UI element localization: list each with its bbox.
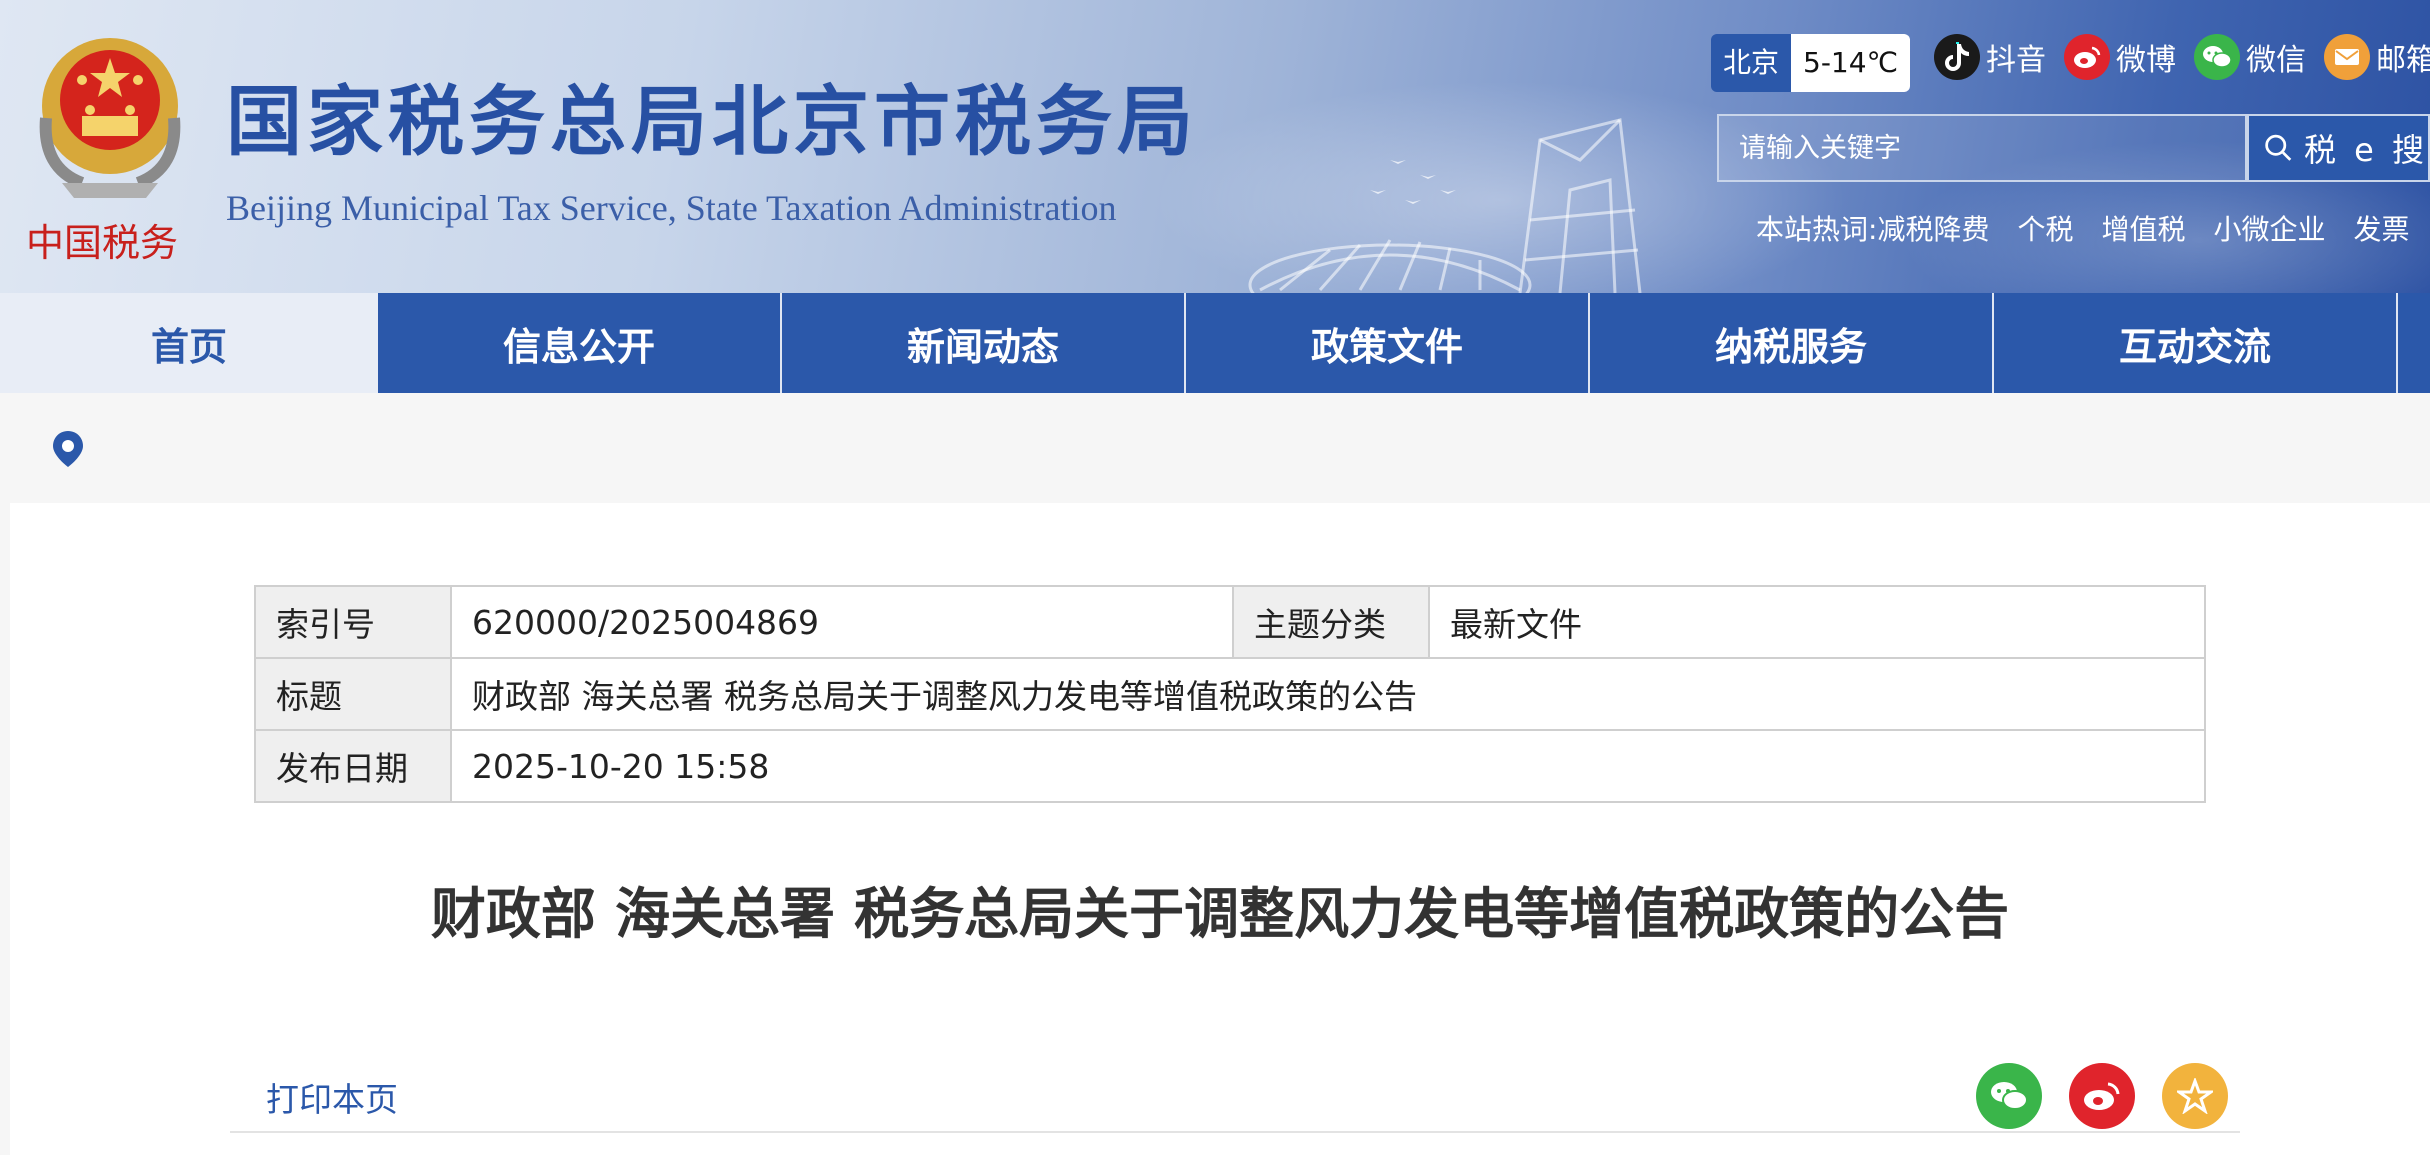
weather-city: 北京: [1711, 34, 1792, 92]
nav-item-policy-documents[interactable]: 政策文件: [1186, 293, 1590, 393]
search-input[interactable]: [1719, 116, 2245, 180]
weibo-icon: [2064, 34, 2110, 80]
breadcrumb: [0, 393, 2430, 503]
title-label: 标题: [254, 657, 452, 731]
print-page-link[interactable]: 打印本页: [266, 1073, 398, 1121]
index-number-value: 620000/2025004869: [450, 585, 1234, 659]
social-link-douyin[interactable]: 抖音: [1934, 34, 2046, 80]
social-links: 抖音 微博 微信 邮箱: [1934, 34, 2430, 80]
social-link-weibo[interactable]: 微博: [2064, 34, 2176, 80]
nav-item-interaction[interactable]: 互动交流: [1994, 293, 2398, 393]
weibo-icon: [2084, 1082, 2120, 1110]
city-skyline-illustration: [1248, 118, 1642, 293]
social-label: 微信: [2246, 43, 2306, 78]
hot-word-link[interactable]: 个税: [2017, 208, 2073, 248]
social-label: 邮箱: [2376, 43, 2430, 78]
hot-words-label: 本站热词:: [1756, 213, 1878, 246]
nav-overflow: [2398, 293, 2424, 393]
hot-words: 本站热词: 减税降费 个税 增值税 小微企业 发票: [1756, 208, 2410, 248]
national-emblem-logo[interactable]: 中国税务: [22, 18, 202, 268]
table-row: 索引号 620000/2025004869 主题分类 最新文件: [254, 585, 2206, 659]
table-row: 标题 财政部 海关总署 税务总局关于调整风力发电等增值税政策的公告: [254, 657, 2206, 731]
topic-category-value: 最新文件: [1428, 585, 2206, 659]
publish-date-value: 2025-10-20 15:58: [450, 729, 2206, 803]
social-label: 抖音: [1986, 43, 2046, 78]
mail-icon: [2324, 34, 2370, 80]
divider: [230, 1131, 2240, 1133]
site-header: 中国税务 国家税务总局北京市税务局 Beijing Municipal Tax …: [0, 0, 2430, 293]
emblem-text: 中国税务: [26, 221, 178, 265]
search-icon: [2265, 134, 2292, 161]
social-label: 微博: [2116, 43, 2176, 78]
title-value: 财政部 海关总署 税务总局关于调整风力发电等增值税政策的公告: [450, 657, 2206, 731]
weather-widget: 北京 5-14℃: [1711, 34, 1911, 92]
search-box: [1717, 114, 2247, 182]
hot-word-link[interactable]: 减税降费: [1877, 208, 1989, 248]
site-title[interactable]: 国家税务总局北京市税务局: [226, 84, 1198, 160]
hot-word-link[interactable]: 小微企业: [2213, 208, 2325, 248]
star-icon: [2177, 1078, 2213, 1114]
search-button[interactable]: 税 e 搜: [2247, 114, 2430, 182]
nav-item-news[interactable]: 新闻动态: [782, 293, 1186, 393]
douyin-icon: [1934, 34, 1980, 80]
location-pin-icon: [53, 431, 83, 467]
table-row: 发布日期 2025-10-20 15:58: [254, 729, 2206, 803]
share-weibo-button[interactable]: [2069, 1063, 2135, 1129]
weather-temperature: 5-14℃: [1791, 34, 1911, 92]
topic-category-label: 主题分类: [1232, 585, 1430, 659]
wechat-icon: [2194, 34, 2240, 80]
nav-item-info-disclosure[interactable]: 信息公开: [378, 293, 782, 393]
social-link-mail[interactable]: 邮箱: [2324, 34, 2430, 80]
hot-word-link[interactable]: 增值税: [2101, 208, 2185, 248]
site-title-english: Beijing Municipal Tax Service, State Tax…: [226, 188, 1117, 228]
document-metadata-table: 索引号 620000/2025004869 主题分类 最新文件 标题 财政部 海…: [254, 585, 2206, 803]
article-content: 索引号 620000/2025004869 主题分类 最新文件 标题 财政部 海…: [10, 503, 2430, 1155]
social-link-wechat[interactable]: 微信: [2194, 34, 2306, 80]
nav-item-tax-services[interactable]: 纳税服务: [1590, 293, 1994, 393]
main-nav: 首页 信息公开 新闻动态 政策文件 纳税服务 互动交流: [0, 293, 2430, 393]
favorite-button[interactable]: [2162, 1063, 2228, 1129]
publish-date-label: 发布日期: [254, 729, 452, 803]
wechat-icon: [1991, 1082, 2028, 1110]
article-title: 财政部 海关总署 税务总局关于调整风力发电等增值税政策的公告: [430, 882, 2010, 946]
nav-item-home[interactable]: 首页: [0, 293, 378, 393]
share-wechat-button[interactable]: [1976, 1063, 2042, 1129]
hot-word-link[interactable]: 发票: [2354, 208, 2410, 248]
search-button-label: 税 e 搜: [2303, 131, 2428, 169]
index-number-label: 索引号: [254, 585, 452, 659]
